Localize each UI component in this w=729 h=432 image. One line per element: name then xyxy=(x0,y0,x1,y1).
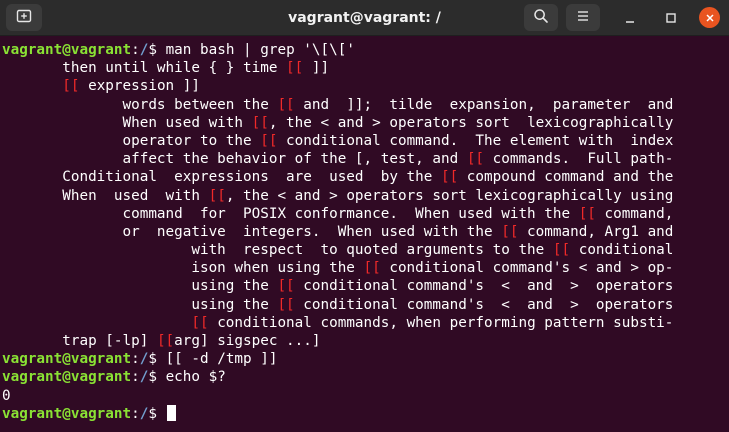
output-text: then until while { } time xyxy=(2,60,287,77)
output-line: operator to the [[ conditional command. … xyxy=(2,132,729,150)
grep-match-highlight: [[ xyxy=(62,78,80,95)
grep-match-highlight: [[ xyxy=(191,314,209,331)
output-line: When used with [[, the < and > operators… xyxy=(2,114,729,132)
output-line: then until while { } time [[ ]] xyxy=(2,59,729,77)
output-text: trap [-lp] xyxy=(2,333,157,349)
output-text: with respect to quoted arguments to the xyxy=(2,242,553,259)
output-text: conditional command. The element with in… xyxy=(277,132,674,149)
prompt-symbol: $ xyxy=(148,405,166,422)
grep-match-highlight: [[ xyxy=(466,151,485,168)
output-line: or negative integers. When used with the… xyxy=(2,223,729,241)
output-text: When used with xyxy=(2,187,209,204)
command-text: echo $? xyxy=(165,369,226,386)
prompt-line: vagrant@vagrant:/$ man bash | grep '\[\[… xyxy=(2,41,729,59)
output-line: words between the [[ and ]]; tilde expan… xyxy=(2,96,729,114)
prompt-separator: : xyxy=(131,405,140,422)
close-button[interactable] xyxy=(699,7,720,28)
title-bar: vagrant@vagrant: / xyxy=(0,0,729,36)
output-line: 0 xyxy=(2,387,729,405)
grep-match-highlight: [[ xyxy=(208,187,226,204)
output-text: expression ]] xyxy=(79,78,200,95)
output-text: conditional xyxy=(570,242,674,259)
grep-match-highlight: [[ xyxy=(260,132,278,149)
command-text: man bash | grep '\[\[' xyxy=(165,42,355,58)
grep-match-highlight: [[ xyxy=(277,278,295,295)
output-text: conditional command's < and > operators xyxy=(294,278,674,295)
output-text: compound command and the xyxy=(458,169,674,186)
output-text: Conditional expressions are used by the xyxy=(2,169,441,186)
prompt-user-host: vagrant@vagrant xyxy=(2,405,132,422)
grep-match-highlight: [[ xyxy=(156,333,175,349)
output-text: conditional command's < and > operators xyxy=(294,296,674,313)
text-cursor xyxy=(166,404,176,421)
output-text: using the xyxy=(2,278,278,295)
output-text: command, Arg1 and xyxy=(518,223,674,240)
terminal-window: vagrant@vagrant: / vagrant@vagrant:/$ ma… xyxy=(0,0,729,432)
output-text: ]] xyxy=(303,60,330,77)
output-line: using the [[ conditional command's < and… xyxy=(2,277,729,295)
output-text: words between the xyxy=(2,96,278,113)
output-line: command for POSIX conformance. When used… xyxy=(2,205,729,223)
search-icon xyxy=(533,8,549,28)
prompt-separator: : xyxy=(131,369,140,386)
output-line: affect the behavior of the [, test, and … xyxy=(2,150,729,168)
prompt-line: vagrant@vagrant:/$ xyxy=(2,404,729,423)
output-text: and ]]; tilde expansion, parameter and xyxy=(294,96,674,113)
prompt-user-host: vagrant@vagrant xyxy=(2,42,132,58)
prompt-symbol: $ xyxy=(148,351,166,368)
grep-match-highlight: [[ xyxy=(251,114,269,131)
grep-match-highlight: [[ xyxy=(552,242,571,259)
output-text: arg] sigspec ...] xyxy=(174,333,321,349)
output-text: or negative integers. When used with the xyxy=(2,223,502,240)
output-text: affect the behavior of the [, test, and xyxy=(2,151,467,168)
output-line: ison when using the [[ conditional comma… xyxy=(2,259,729,277)
prompt-user-host: vagrant@vagrant xyxy=(2,351,132,368)
output-text: command, xyxy=(595,205,674,222)
grep-match-highlight: [[ xyxy=(277,296,295,313)
command-text: [[ -d /tmp ]] xyxy=(165,351,278,368)
output-line: Conditional expressions are used by the … xyxy=(2,168,729,186)
output-text: conditional command's < and > op- xyxy=(380,260,674,277)
prompt-symbol: $ xyxy=(148,42,166,58)
prompt-separator: : xyxy=(131,351,140,368)
grep-match-highlight: [[ xyxy=(277,96,295,113)
output-text: command for POSIX conformance. When used… xyxy=(2,205,579,222)
terminal-output[interactable]: vagrant@vagrant:/$ man bash | grep '\[\[… xyxy=(0,36,729,432)
search-button[interactable] xyxy=(524,4,558,31)
output-text: operator to the xyxy=(2,132,261,149)
output-line: [[ expression ]] xyxy=(2,77,729,95)
prompt-user-host: vagrant@vagrant xyxy=(2,369,132,386)
maximize-button[interactable] xyxy=(661,8,681,28)
output-text: , the < and > operators sort lexicograph… xyxy=(268,114,674,131)
minimize-button[interactable] xyxy=(620,8,640,28)
menu-button[interactable] xyxy=(566,4,600,31)
grep-match-highlight: [[ xyxy=(578,205,596,222)
grep-match-highlight: [[ xyxy=(363,260,381,277)
prompt-line: vagrant@vagrant:/$ [[ -d /tmp ]] xyxy=(2,350,729,368)
grep-match-highlight: [[ xyxy=(501,223,519,240)
maximize-icon xyxy=(665,9,677,28)
prompt-symbol: $ xyxy=(148,369,166,386)
hamburger-menu-icon xyxy=(576,8,590,27)
output-text: When used with xyxy=(2,114,252,131)
close-icon xyxy=(705,8,715,27)
output-line: trap [-lp] [[arg] sigspec ...] xyxy=(2,332,729,350)
output-text: , the < and > operators sort lexicograph… xyxy=(225,187,674,204)
output-line: When used with [[, the < and > operators… xyxy=(2,187,729,205)
output-text: commands. Full path- xyxy=(484,151,674,168)
output-line: using the [[ conditional command's < and… xyxy=(2,296,729,314)
output-text: ison when using the xyxy=(2,260,364,277)
output-text: using the xyxy=(2,296,278,313)
prompt-line: vagrant@vagrant:/$ echo $? xyxy=(2,368,729,386)
output-text: conditional commands, when performing pa… xyxy=(208,314,674,331)
output-line: with respect to quoted arguments to the … xyxy=(2,241,729,259)
prompt-separator: : xyxy=(131,42,140,58)
output-line: [[ conditional commands, when performing… xyxy=(2,314,729,332)
grep-match-highlight: [[ xyxy=(286,60,304,77)
output-text: 0 xyxy=(2,387,11,404)
minimize-icon xyxy=(624,9,636,28)
grep-match-highlight: [[ xyxy=(440,169,459,186)
